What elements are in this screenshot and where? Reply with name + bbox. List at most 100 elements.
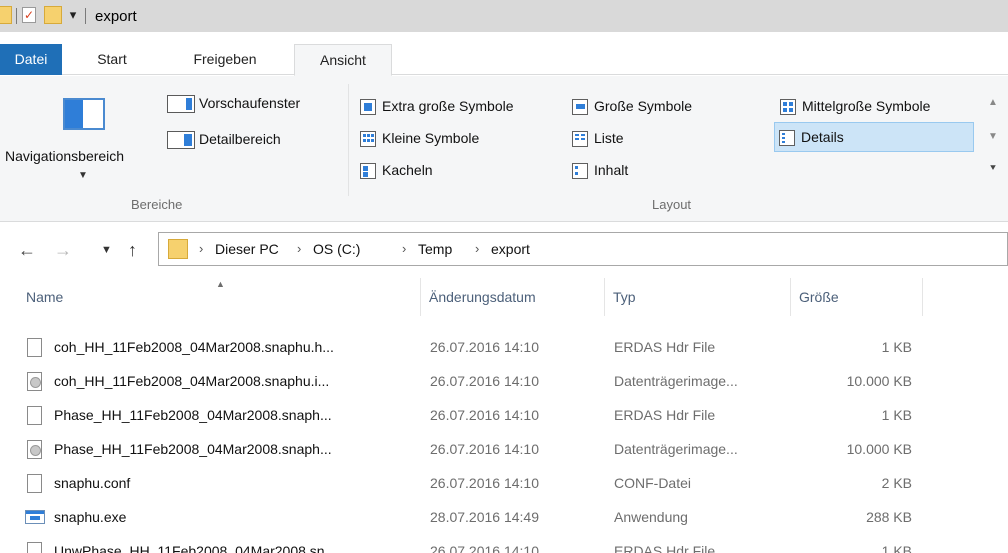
extra-large-icons-icon — [360, 99, 376, 116]
up-arrow-icon[interactable]: ↑ — [128, 240, 137, 260]
file-row[interactable]: Phase_HH_11Feb2008_04Mar2008.snaph... 26… — [0, 432, 1008, 466]
separator — [85, 8, 86, 24]
layout-details[interactable]: Details — [774, 122, 974, 152]
file-size: 1 KB — [881, 339, 912, 355]
column-header-name[interactable]: Name — [18, 278, 421, 316]
title-bar: ✓ ▾ export — [0, 0, 1008, 32]
layout-scroll-up-icon[interactable]: ▲ — [985, 96, 1001, 110]
column-header-date[interactable]: Änderungsdatum — [421, 278, 605, 316]
forward-arrow-icon[interactable]: → — [54, 240, 72, 260]
breadcrumb-chevron-icon[interactable]: › — [297, 241, 301, 256]
tiles-icon — [360, 163, 376, 180]
file-date: 26.07.2016 14:10 — [430, 475, 539, 491]
navigation-pane-button[interactable]: Navigationsbereich — [5, 148, 124, 164]
preview-pane-icon — [167, 95, 195, 114]
address-bar[interactable]: › Dieser PC › OS (C:) › Temp › export — [158, 232, 1008, 266]
folder-icon — [0, 6, 12, 24]
file-row[interactable]: Phase_HH_11Feb2008_04Mar2008.snaph... 26… — [0, 398, 1008, 432]
new-folder-icon[interactable] — [44, 6, 62, 24]
layout-scroll-down-icon[interactable]: ▼ — [985, 130, 1001, 144]
file-size: 2 KB — [881, 475, 912, 491]
file-date: 26.07.2016 14:10 — [430, 441, 539, 457]
tab-share[interactable]: Freigeben — [166, 44, 284, 75]
file-size: 10.000 KB — [846, 441, 912, 457]
breadcrumb-chevron-icon[interactable]: › — [199, 241, 203, 256]
properties-icon[interactable]: ✓ — [22, 7, 36, 23]
file-name: snaphu.exe — [54, 509, 127, 525]
small-icons-icon — [360, 131, 376, 148]
file-name: UnwPhase_HH_11Feb2008_04Mar2008.sn... — [54, 543, 337, 553]
file-date: 26.07.2016 14:10 — [430, 407, 539, 423]
group-label-panes: Bereiche — [131, 197, 183, 212]
file-date: 26.07.2016 14:10 — [430, 373, 539, 389]
column-header-type[interactable]: Typ — [605, 278, 791, 316]
breadcrumb-temp[interactable]: Temp — [418, 241, 452, 257]
breadcrumb-chevron-icon[interactable]: › — [475, 241, 479, 256]
file-row[interactable]: coh_HH_11Feb2008_04Mar2008.snaphu.i... 2… — [0, 364, 1008, 398]
file-type: ERDAS Hdr File — [614, 339, 716, 355]
layout-content[interactable]: Inhalt — [572, 158, 628, 182]
breadcrumb-drive[interactable]: OS (C:) — [313, 241, 360, 257]
recent-locations-chevron-icon[interactable]: ▼ — [101, 240, 112, 260]
file-list: ▲ Name Änderungsdatum Typ Größe coh_HH_1… — [0, 278, 1008, 553]
application-icon — [25, 510, 45, 524]
disc-image-icon — [27, 440, 42, 459]
folder-icon — [168, 239, 188, 259]
file-date: 26.07.2016 14:10 — [430, 543, 539, 553]
layout-list[interactable]: Liste — [572, 126, 624, 150]
breadcrumb-export[interactable]: export — [491, 241, 530, 257]
preview-pane-button[interactable]: Vorschaufenster — [167, 92, 300, 114]
file-icon — [27, 338, 42, 357]
window-title: export — [95, 8, 137, 25]
file-date: 26.07.2016 14:10 — [430, 339, 539, 355]
column-header-row: ▲ Name Änderungsdatum Typ Größe — [0, 278, 1008, 316]
layout-small-icons[interactable]: Kleine Symbole — [360, 126, 479, 150]
separator — [16, 8, 17, 24]
file-type: Datenträgerimage... — [614, 441, 738, 457]
layout-large-icons[interactable]: Große Symbole — [572, 94, 692, 118]
back-arrow-icon[interactable]: ← — [18, 240, 36, 260]
column-header-size[interactable]: Größe — [791, 278, 923, 316]
file-type: ERDAS Hdr File — [614, 407, 716, 423]
file-row[interactable]: snaphu.conf 26.07.2016 14:10 CONF-Datei … — [0, 466, 1008, 500]
file-size: 288 KB — [866, 509, 912, 525]
layout-extra-large-icons[interactable]: Extra große Symbole — [360, 94, 514, 118]
file-icon — [27, 474, 42, 493]
disc-image-icon — [27, 372, 42, 391]
large-icons-icon — [572, 99, 588, 116]
file-name: Phase_HH_11Feb2008_04Mar2008.snaph... — [54, 441, 332, 457]
file-type: ERDAS Hdr File — [614, 543, 716, 553]
tab-start[interactable]: Start — [72, 44, 152, 75]
file-name: Phase_HH_11Feb2008_04Mar2008.snaph... — [54, 407, 332, 423]
address-row: ← → ▼ ↑ › Dieser PC › OS (C:) › Temp › e… — [0, 232, 1008, 268]
file-size: 1 KB — [881, 407, 912, 423]
preview-pane-label: Vorschaufenster — [199, 95, 301, 111]
list-icon — [572, 131, 588, 148]
file-row[interactable]: coh_HH_11Feb2008_04Mar2008.snaphu.h... 2… — [0, 330, 1008, 364]
tab-view[interactable]: Ansicht — [294, 44, 392, 76]
layout-tiles[interactable]: Kacheln — [360, 158, 433, 182]
file-row[interactable]: snaphu.exe 28.07.2016 14:49 Anwendung 28… — [0, 500, 1008, 534]
details-pane-label: Detailbereich — [199, 131, 281, 147]
details-pane-icon — [167, 131, 195, 150]
tab-file[interactable]: Datei — [0, 44, 62, 75]
breadcrumb-this-pc[interactable]: Dieser PC — [215, 241, 279, 257]
file-type: Datenträgerimage... — [614, 373, 738, 389]
file-size: 10.000 KB — [846, 373, 912, 389]
file-name: coh_HH_11Feb2008_04Mar2008.snaphu.i... — [54, 373, 330, 389]
breadcrumb-chevron-icon[interactable]: › — [402, 241, 406, 256]
medium-icons-icon — [780, 99, 796, 116]
content-icon — [572, 163, 588, 180]
group-label-layout: Layout — [652, 197, 692, 212]
layout-expand-icon[interactable]: ⯆ — [985, 162, 1001, 176]
layout-medium-icons[interactable]: Mittelgroße Symbole — [780, 94, 930, 118]
file-date: 28.07.2016 14:49 — [430, 509, 539, 525]
details-pane-button[interactable]: Detailbereich — [167, 128, 281, 150]
details-icon — [779, 130, 795, 147]
file-type: CONF-Datei — [614, 475, 692, 491]
chevron-down-icon[interactable]: ▼ — [78, 170, 88, 181]
ribbon-tabs: Datei Start Freigeben Ansicht — [0, 44, 1008, 76]
file-row[interactable]: UnwPhase_HH_11Feb2008_04Mar2008.sn... 26… — [0, 534, 1008, 553]
customize-toolbar-icon[interactable]: ▾ — [65, 5, 81, 25]
navigation-pane-icon[interactable] — [63, 98, 105, 130]
